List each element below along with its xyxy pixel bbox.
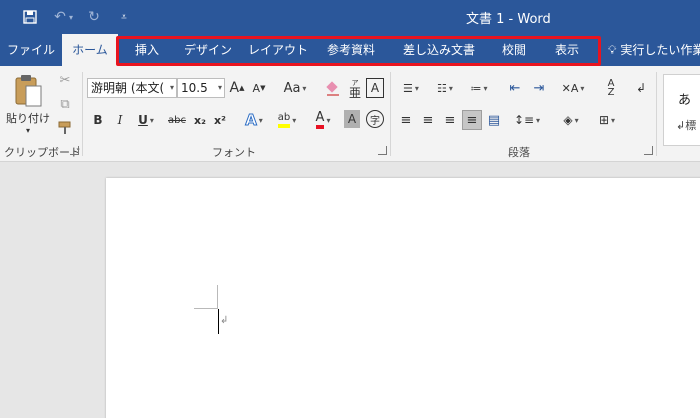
copy-icon[interactable]: ⧉ (54, 94, 76, 114)
bullets-icon: ☰ (403, 81, 413, 95)
borders-button[interactable]: ⊞ ▾ (592, 110, 622, 130)
font-name-dropdown-icon: ▾ (169, 83, 174, 92)
align-left-icon[interactable]: ≡ (396, 110, 416, 130)
chevron-down-icon: ▾ (326, 115, 331, 125)
character-border-button[interactable]: A (366, 78, 384, 98)
justify-icon[interactable]: ≡ (462, 110, 482, 130)
chevron-down-icon: ▾ (483, 83, 488, 93)
clear-formatting-icon[interactable] (322, 78, 344, 98)
clipboard-icon (15, 74, 42, 106)
document-area: ↲ (0, 162, 700, 418)
shading-button[interactable]: ◈ ▾ (556, 110, 586, 130)
customize-qat-icon[interactable]: ⩡ (114, 7, 134, 27)
numbering-icon: ☷ (437, 81, 447, 95)
decrease-indent-icon[interactable]: ⇤ (504, 78, 526, 98)
chevron-down-icon: ▾ (149, 115, 154, 125)
font-size-combo[interactable]: 10.5 ▾ (177, 78, 225, 98)
paragraph-mark-icon: ↲ (220, 315, 229, 326)
chevron-down-icon: ▾ (258, 115, 263, 125)
asian-layout-icon: ✕A (561, 81, 579, 95)
group-divider (656, 72, 657, 156)
font-size-value: 10.5 (181, 81, 208, 95)
redo-icon[interactable]: ↻ (84, 7, 104, 27)
tab-file[interactable]: ファイル (0, 34, 62, 66)
distributed-icon[interactable]: ▤ (484, 110, 504, 130)
subscript-button[interactable]: x₂ (191, 110, 209, 130)
borders-icon: ⊞ (598, 113, 610, 127)
font-launcher-icon[interactable] (378, 146, 387, 155)
cut-icon[interactable]: ✂ (54, 70, 76, 90)
tab-home[interactable]: ホーム (62, 34, 118, 66)
strikethrough-button[interactable]: abc (165, 110, 189, 130)
align-center-icon[interactable]: ≡ (418, 110, 438, 130)
chevron-down-icon: ▾ (574, 115, 579, 125)
format-painter-icon[interactable] (54, 118, 76, 138)
chevron-down-icon: ▾ (292, 115, 297, 125)
ribbon-home: 貼り付け ▾ ✂ ⧉ クリップボード 游明朝 (本文(▾ 10.5 ▾ A ▲ A ▼… (0, 66, 700, 162)
font-color-button[interactable]: A ▾ (308, 110, 338, 130)
tabs-highlight-annotation (116, 36, 601, 66)
styles-gallery[interactable]: あ ↲標 (663, 74, 700, 146)
tell-me-search[interactable]: 💡︎ 実行したい作業 (608, 34, 700, 66)
group-divider (390, 72, 391, 156)
chevron-down-icon: ▾ (414, 83, 419, 93)
multilevel-list-icon: ≔ (470, 81, 482, 95)
paste-label: 貼り付け (6, 111, 50, 125)
title-bar: ↶ ▾ ↻ ⩡ 文書 1 - Word (0, 0, 700, 34)
paste-button[interactable]: 貼り付け ▾ (6, 70, 50, 138)
highlighter-icon: ab (277, 112, 291, 128)
text-effects-button[interactable]: A ▾ (240, 110, 268, 130)
paint-bucket-icon: ◈ (563, 113, 573, 127)
show-marks-icon[interactable]: ↲ (632, 78, 650, 98)
paste-dropdown-icon: ▾ (25, 125, 30, 135)
shrink-font-button[interactable]: A ▼ (250, 78, 268, 98)
bullets-button[interactable]: ☰ ▾ (396, 78, 426, 98)
chevron-down-icon: ▾ (302, 83, 307, 93)
multilevel-list-button[interactable]: ≔ ▾ (464, 78, 494, 98)
paragraph-group-label: 段落 (508, 146, 530, 159)
numbering-button[interactable]: ☷ ▾ (430, 78, 460, 98)
chevron-down-icon: ▾ (611, 115, 616, 125)
tell-me-text: 実行したい作業 (620, 43, 700, 57)
margin-guide-horizontal (194, 308, 218, 309)
window-title: 文書 1 - Word (466, 12, 551, 27)
italic-button[interactable]: I (111, 110, 129, 130)
character-shading-button[interactable]: A (344, 110, 360, 128)
chevron-down-icon: ▾ (536, 115, 541, 125)
increase-indent-icon[interactable]: ⇥ (528, 78, 550, 98)
chevron-down-icon: ▾ (448, 83, 453, 93)
text-effects-icon: A (245, 111, 258, 130)
sort-icon[interactable]: AZ (600, 78, 622, 98)
line-spacing-icon: ↕≡ (513, 113, 535, 127)
line-spacing-button[interactable]: ↕≡ ▾ (512, 110, 542, 130)
undo-dropdown-icon[interactable]: ▾ (66, 7, 76, 27)
grow-font-button[interactable]: A ▲ (228, 78, 246, 98)
font-size-dropdown-icon: ▾ (217, 83, 222, 92)
text-cursor (218, 309, 219, 334)
bold-button[interactable]: B (89, 110, 107, 130)
style-preview-normal[interactable]: あ (678, 89, 691, 108)
font-name-value: 游明朝 (本文( (91, 81, 165, 95)
clipboard-launcher-icon[interactable] (70, 146, 79, 155)
style-preview-label: ↲標 (676, 119, 697, 132)
save-icon[interactable] (20, 7, 40, 27)
font-name-combo[interactable]: 游明朝 (本文( ▾ (87, 78, 177, 98)
chevron-down-icon: ▾ (580, 83, 585, 93)
asian-layout-button[interactable]: ✕A ▾ (558, 78, 588, 98)
underline-button[interactable]: U ▾ (133, 110, 159, 130)
change-case-button[interactable]: Aa ▾ (278, 78, 312, 98)
paragraph-launcher-icon[interactable] (644, 146, 653, 155)
enclose-characters-button[interactable]: 字 (366, 110, 384, 128)
highlight-color-button[interactable]: ab ▾ (272, 110, 302, 130)
document-page[interactable]: ↲ (106, 178, 700, 418)
superscript-button[interactable]: x² (211, 110, 229, 130)
font-group-label: フォント (212, 146, 256, 159)
group-divider (82, 72, 83, 156)
align-right-icon[interactable]: ≡ (440, 110, 460, 130)
phonetic-guide-button[interactable]: ア亜 (346, 76, 364, 100)
lightbulb-icon: 💡︎ (608, 43, 617, 57)
margin-guide-vertical (217, 285, 218, 309)
